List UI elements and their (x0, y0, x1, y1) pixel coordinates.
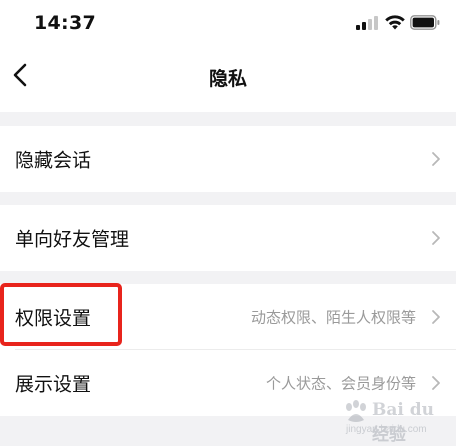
row-label: 展示设置 (15, 373, 92, 396)
hidden-chats-row[interactable]: 隐藏会话 (0, 126, 456, 192)
navigation-bar: 隐私 (0, 46, 456, 104)
row-label: 隐藏会话 (15, 149, 92, 172)
baidu-watermark: Bai du 经验 jingyan.baidu.com (338, 398, 448, 445)
annotation-highlight-box (0, 283, 122, 346)
row-label: 单向好友管理 (15, 228, 130, 251)
chevron-right-icon (432, 310, 440, 324)
status-time: 14:37 (34, 12, 96, 34)
watermark-url: jingyan.baidu.com (346, 424, 427, 435)
previous-section-edge (0, 104, 456, 112)
battery-icon (410, 15, 440, 30)
one-way-friends-row[interactable]: 单向好友管理 (0, 205, 456, 271)
wifi-icon (385, 15, 405, 30)
chevron-right-icon (432, 231, 440, 245)
page-title: 隐私 (208, 68, 247, 90)
row-value: 个人状态、会员身份等 (265, 374, 416, 393)
cellular-signal-icon (356, 16, 378, 30)
row-value: 动态权限、陌生人权限等 (250, 308, 416, 327)
baidu-paw-icon (346, 400, 366, 422)
watermark-brand: Bai du 经验 (372, 400, 435, 445)
chevron-right-icon (432, 152, 440, 166)
status-bar: 14:37 (0, 0, 456, 46)
chevron-right-icon (432, 376, 440, 390)
